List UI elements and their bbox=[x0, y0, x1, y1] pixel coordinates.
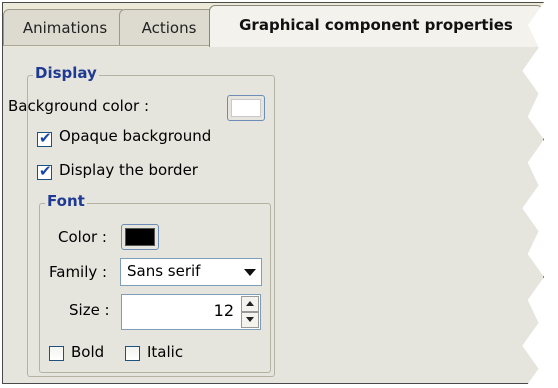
tab-actions[interactable]: Actions bbox=[119, 9, 219, 45]
background-color-fill bbox=[231, 99, 261, 117]
spinner-down-button[interactable] bbox=[241, 312, 259, 328]
tab-graphical-component-properties-label: Graphical component properties bbox=[239, 16, 513, 34]
font-size-value: 12 bbox=[213, 301, 234, 320]
arrow-up-icon bbox=[246, 301, 254, 306]
font-family-label: Family : bbox=[49, 263, 108, 281]
tab-animations[interactable]: Animations bbox=[3, 9, 127, 45]
arrow-down-icon bbox=[246, 317, 254, 322]
font-family-select[interactable]: Sans serif bbox=[120, 258, 262, 286]
spinner-up-button[interactable] bbox=[241, 296, 259, 312]
font-family-value: Sans serif bbox=[127, 262, 201, 280]
bold-checkbox[interactable] bbox=[49, 346, 64, 361]
italic-label: Italic bbox=[147, 343, 184, 361]
display-legend: Display bbox=[33, 64, 99, 82]
font-size-label: Size : bbox=[69, 301, 110, 319]
display-border-label: Display the border bbox=[59, 161, 198, 179]
opaque-background-label: Opaque background bbox=[59, 127, 212, 145]
check-icon: ✔ bbox=[39, 129, 52, 147]
font-color-fill bbox=[125, 228, 155, 246]
spinner-buttons bbox=[241, 296, 259, 328]
tab-strip: Animations Actions Graphical component p… bbox=[3, 3, 543, 47]
font-color-label: Color : bbox=[58, 228, 107, 246]
chevron-down-icon bbox=[244, 269, 256, 276]
background-color-swatch[interactable] bbox=[227, 95, 265, 121]
background-color-label: Background color : bbox=[8, 97, 150, 115]
font-legend: Font bbox=[45, 192, 87, 210]
font-size-spinner[interactable]: 12 bbox=[121, 294, 261, 330]
italic-checkbox[interactable] bbox=[125, 346, 140, 361]
tab-graphical-component-properties[interactable]: Graphical component properties bbox=[209, 5, 543, 47]
bold-label: Bold bbox=[71, 343, 105, 361]
display-border-checkbox[interactable]: ✔ bbox=[37, 162, 52, 180]
check-icon: ✔ bbox=[39, 162, 52, 180]
properties-window: Animations Actions Graphical component p… bbox=[2, 2, 544, 384]
tab-animations-label: Animations bbox=[22, 19, 108, 37]
tab-actions-label: Actions bbox=[141, 19, 197, 37]
opaque-background-checkbox[interactable]: ✔ bbox=[37, 129, 52, 147]
font-color-swatch[interactable] bbox=[121, 224, 159, 250]
